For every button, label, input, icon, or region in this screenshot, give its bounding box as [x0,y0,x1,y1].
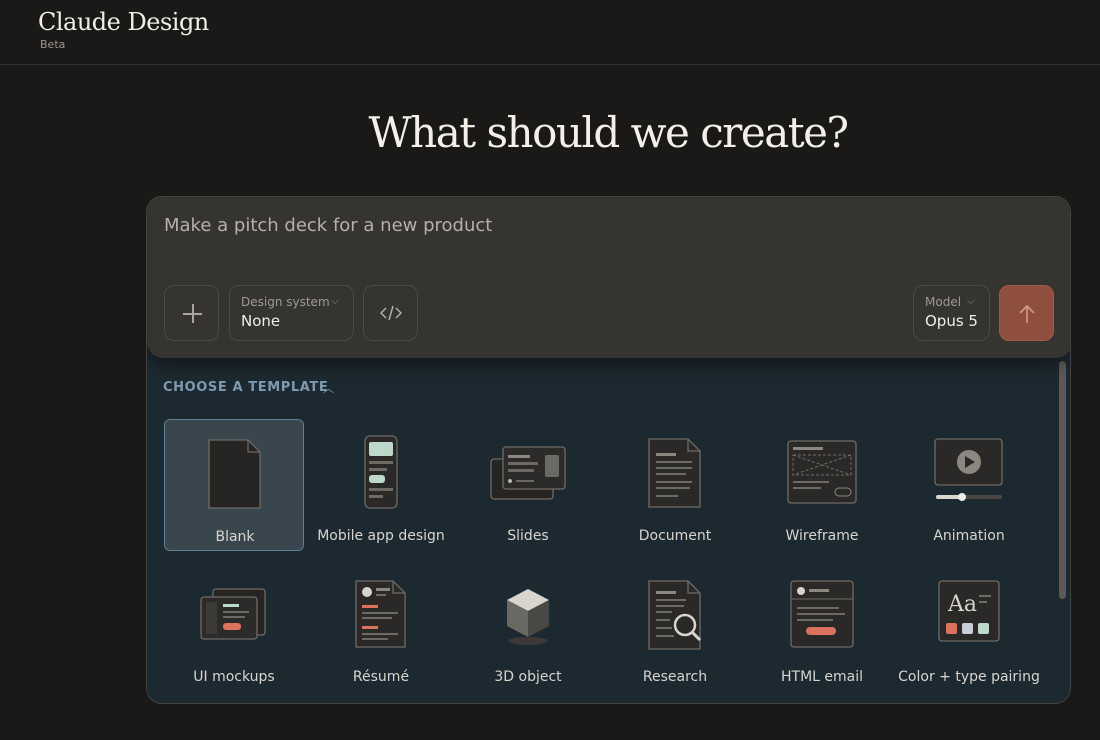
animation-player-icon [934,438,1003,501]
template-label: Research [642,669,708,685]
beta-badge: Beta [40,38,66,51]
template-3d-object[interactable]: 3D object [458,561,598,693]
page-headline: What should we create? [368,108,850,157]
template-document[interactable]: Document [605,419,745,551]
model-label: Model [925,295,962,309]
template-section-header[interactable]: CHOOSE A TEMPLATE [163,380,328,395]
template-wireframe[interactable]: Wireframe [752,419,892,551]
design-system-label: Design system [241,295,330,309]
template-slides[interactable]: Slides [458,419,598,551]
chevron-down-icon: ⌵ [331,296,339,307]
chevron-up-icon[interactable]: ︿ [323,380,334,396]
mobile-phone-icon [364,435,398,509]
template-label: Color + type pairing [898,669,1040,685]
template-html-email[interactable]: HTML email [752,561,892,693]
html-email-icon [790,580,854,648]
template-ui-mockups[interactable]: UI mockups [164,561,304,693]
template-panel: CHOOSE A TEMPLATE ︿ Blank Mobile app des… [147,358,1070,703]
resume-icon [355,580,406,648]
template-label: HTML email [780,669,864,685]
model-value: Opus 5 [925,312,978,330]
send-button[interactable] [999,285,1054,341]
model-selector[interactable]: Model ⌵ Opus 5 [913,285,990,341]
template-animation[interactable]: Animation [899,419,1039,551]
scrollbar[interactable] [1059,361,1066,599]
wireframe-icon [787,440,857,504]
template-label: Résumé [352,669,410,685]
ui-mockups-icon [200,588,266,640]
template-resume[interactable]: Résumé [311,561,451,693]
template-research[interactable]: Research [605,561,745,693]
template-label: 3D object [494,669,562,685]
prompt-input[interactable]: Make a pitch deck for a new product [164,215,492,236]
color-type-pairing-icon: Aa [938,580,1000,642]
template-label: Animation [933,528,1005,544]
template-label: Mobile app design [317,528,445,544]
template-label: Blank [215,529,255,545]
composer: Make a pitch deck for a new product Desi… [146,196,1071,704]
design-system-value: None [241,312,281,330]
template-label: Wireframe [785,528,859,544]
template-mobile-app-design[interactable]: Mobile app design [311,419,451,551]
svg-text:Aa: Aa [947,592,977,617]
template-label: Slides [507,528,549,544]
template-color-type-pairing[interactable]: Aa Color + type pairing [898,561,1040,693]
template-label: Document [638,528,712,544]
brand-title: Claude Design [38,8,209,36]
code-mode-button[interactable] [363,285,418,341]
template-label: UI mockups [193,669,275,685]
slides-icon [490,446,566,500]
app-header: Claude Design Beta [0,0,1100,65]
cube-icon [507,589,549,645]
document-icon [648,438,701,508]
code-icon [380,305,402,321]
blank-page-icon [208,439,261,509]
prompt-area: Make a pitch deck for a new product Desi… [147,197,1070,358]
add-attachment-button[interactable] [164,285,219,341]
arrow-up-icon [1019,304,1035,323]
research-magnifier-icon [648,580,702,650]
chevron-down-icon: ⌵ [967,296,975,307]
template-blank[interactable]: Blank [164,419,304,551]
design-system-selector[interactable]: Design system ⌵ None [229,285,354,341]
